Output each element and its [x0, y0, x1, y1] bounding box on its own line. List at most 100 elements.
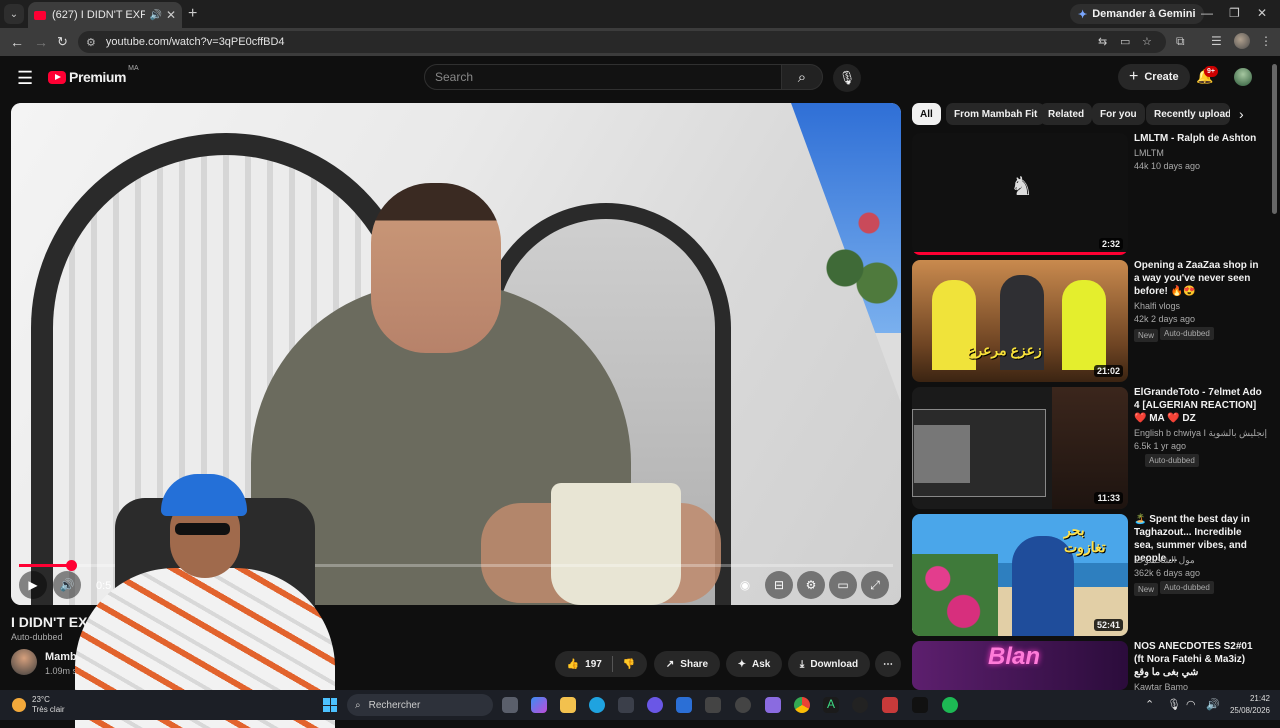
youtube-play-logo-icon	[48, 70, 66, 84]
capcut-icon[interactable]	[912, 697, 928, 713]
more-actions-button[interactable]: ⋯	[875, 651, 901, 677]
chip-for-you[interactable]: For you	[1092, 103, 1145, 125]
duration-badge: 2:32	[1098, 238, 1123, 250]
channel-avatar[interactable]	[11, 649, 37, 675]
restore-icon[interactable]: ❐	[1229, 6, 1240, 20]
webcam-cap	[161, 474, 247, 516]
cast-icon[interactable]: ▭	[1120, 35, 1130, 48]
app-icon[interactable]	[852, 697, 868, 713]
app-icon[interactable]	[882, 697, 898, 713]
subtitles-button[interactable]: ⊟	[765, 571, 793, 599]
app-icon[interactable]	[735, 697, 751, 713]
gemini-button[interactable]: ✦ Demander à Gemini	[1070, 4, 1204, 24]
weather-condition: Très clair	[32, 705, 65, 714]
chip-all[interactable]: All	[912, 103, 941, 125]
browser-tab[interactable]: (627) I DIDN'T EXPECT THIS 🔊 ✕	[28, 2, 182, 28]
rec-thumbnail[interactable]: بحر تغازوت 52:41	[912, 514, 1128, 636]
search-button[interactable]: ⌕	[781, 64, 823, 90]
page-scrollbar[interactable]	[1272, 64, 1277, 214]
rec-title[interactable]: ElGrandeToto - 7elmet Ado 4 [ALGERIAN RE…	[1134, 386, 1262, 425]
copilot-icon[interactable]	[531, 697, 547, 713]
rec-thumbnail[interactable]: 11:33	[912, 387, 1128, 509]
play-icon: ▶	[28, 578, 38, 592]
rec-thumbnail[interactable]: زعزع مرعرع 21:02	[912, 260, 1128, 382]
browser-menu-icon[interactable]: ⋮	[1260, 34, 1272, 48]
fullscreen-button[interactable]: ⤢	[861, 571, 889, 599]
spotify-icon[interactable]	[942, 697, 958, 713]
chip-recently-uploaded[interactable]: Recently uploade	[1146, 103, 1230, 125]
close-tab-icon[interactable]: ✕	[166, 8, 176, 22]
site-info-icon[interactable]: ⚙	[86, 36, 96, 49]
guide-menu-icon[interactable]: ☰	[17, 68, 33, 89]
chrome-icon[interactable]	[794, 697, 810, 713]
file-explorer-icon[interactable]	[560, 697, 576, 713]
forward-icon[interactable]: →	[34, 34, 48, 50]
account-avatar[interactable]	[1234, 68, 1252, 86]
rec-title[interactable]: Opening a ZaaZaa shop in a way you've ne…	[1134, 259, 1262, 298]
like-count[interactable]: 197	[585, 659, 602, 670]
rec-title[interactable]: LMLTM - Ralph de Ashton	[1134, 132, 1262, 145]
download-button[interactable]: ⤓ Download	[788, 651, 870, 677]
rec-channel[interactable]: English b chwiya I إنجليش بالشوية	[1134, 428, 1267, 439]
microphone-tray-icon[interactable]: 🎙	[1167, 698, 1181, 711]
chevron-right-icon[interactable]: ›	[1239, 106, 1244, 122]
wifi-icon[interactable]: ◠	[1186, 698, 1196, 711]
clock-date: 25/08/2026	[1229, 706, 1270, 715]
thumb-flowers	[912, 554, 998, 636]
media-queue-icon[interactable]: ☰	[1211, 34, 1222, 48]
rec-channel[interactable]: LMLTM	[1134, 148, 1164, 158]
rec-stats: 44k 10 days ago	[1134, 161, 1201, 171]
settings-button[interactable]: ⚙	[797, 571, 825, 599]
chip-from-channel[interactable]: From Mambah Fit	[946, 103, 1046, 125]
rec-title[interactable]: NOS ANECDOTES S2#01 (ft Nora Fatehi & Ma…	[1134, 640, 1262, 679]
youtube-premium-logo[interactable]: Premium MA	[48, 65, 139, 85]
mail-icon[interactable]	[676, 697, 692, 713]
minimize-icon[interactable]: —	[1201, 6, 1213, 20]
ask-button[interactable]: ✦ Ask	[726, 651, 782, 677]
gear-icon: ⚙	[805, 578, 817, 592]
like-button[interactable]: 👍	[567, 659, 579, 670]
dislike-button[interactable]: 👎	[623, 659, 635, 670]
omnibox[interactable]: ⚙ youtube.com/watch?v=3qPE0cffBD4 ⇆ ▭ ☆	[78, 31, 1166, 53]
autoplay-toggle[interactable]: ◉	[731, 571, 759, 599]
taskbar-clock[interactable]: 21:42 25/08/2026	[1226, 693, 1270, 717]
back-icon[interactable]: ←	[10, 34, 24, 50]
weather-widget[interactable]: 23°C Très clair	[12, 695, 65, 715]
logo-word: Premium	[69, 69, 127, 85]
download-label: Download	[810, 658, 859, 670]
create-button[interactable]: + Create	[1118, 64, 1190, 90]
discord-icon[interactable]	[647, 697, 663, 713]
edge-icon[interactable]	[589, 697, 605, 713]
rec-thumbnail[interactable]: ♞ 2:32	[912, 133, 1128, 255]
extensions-icon[interactable]: ⧉	[1176, 34, 1185, 49]
speaker-icon[interactable]: 🔊	[149, 10, 161, 21]
voice-search-button[interactable]: 🎙	[833, 64, 861, 92]
close-window-icon[interactable]: ✕	[1257, 6, 1267, 20]
volume-tray-icon[interactable]: 🔊	[1206, 698, 1220, 711]
tab-search-chevron-icon[interactable]: ⌄	[4, 4, 24, 24]
translate-icon[interactable]: ⇆	[1098, 35, 1107, 48]
share-button[interactable]: ↗ Share	[654, 651, 720, 677]
new-tab-button[interactable]: +	[188, 5, 197, 23]
chip-related[interactable]: Related	[1040, 103, 1093, 125]
youtube-header: ☰ Premium MA Search ⌕ 🎙 + Create 🔔 9+	[0, 56, 1280, 100]
search-input[interactable]: Search	[424, 64, 782, 90]
rec-channel[interactable]: Khalfi vlogs	[1134, 301, 1180, 311]
theater-mode-button[interactable]: ▭	[829, 571, 857, 599]
tray-chevron-icon[interactable]: ⌃	[1145, 698, 1154, 711]
store-icon[interactable]	[618, 697, 634, 713]
app-icon[interactable]	[705, 697, 721, 713]
play-button[interactable]: ▶	[19, 571, 47, 599]
bookmark-star-icon[interactable]: ☆	[1142, 35, 1152, 48]
task-view-icon[interactable]	[502, 697, 518, 713]
gamepad-icon[interactable]	[765, 697, 781, 713]
terminal-icon[interactable]: A	[823, 697, 839, 713]
rec-thumbnail[interactable]: Blan	[912, 641, 1128, 690]
reload-icon[interactable]: ↻	[57, 34, 68, 50]
windows-start-icon[interactable]	[323, 698, 337, 712]
auto-dubbed-badge: Auto-dubbed	[1145, 454, 1199, 467]
browser-profile-avatar[interactable]	[1234, 33, 1250, 49]
taskbar-search-input[interactable]: ⌕ Rechercher	[347, 694, 493, 716]
rec-channel[interactable]: مول الشخشوخة	[1134, 555, 1195, 566]
duration-badge: 21:02	[1093, 365, 1123, 377]
